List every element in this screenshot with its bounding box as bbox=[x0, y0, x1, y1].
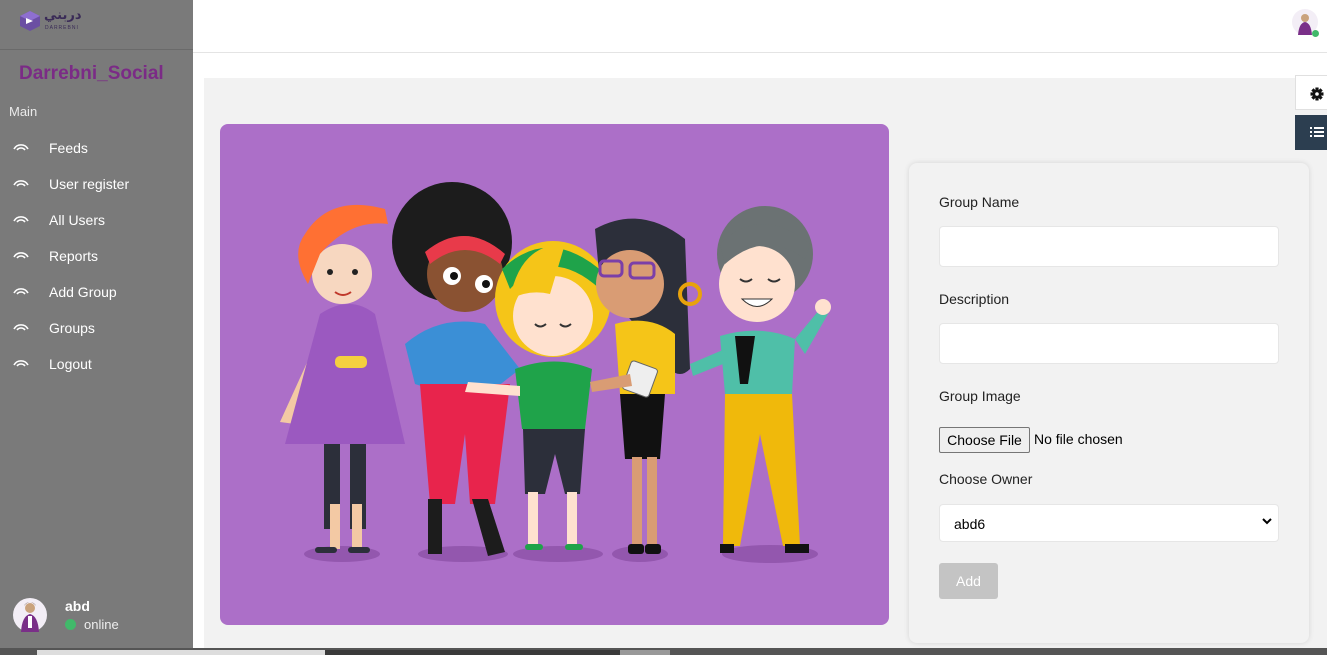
app-logo[interactable]: دربني DARREBNI bbox=[18, 8, 88, 34]
owner-selected-value: abd6 bbox=[954, 516, 986, 532]
scrollbar-track-segment bbox=[325, 650, 620, 655]
sidebar-item-label: All Users bbox=[49, 212, 106, 228]
sidebar: دربني DARREBNI Darrebni_Social Main Feed… bbox=[0, 0, 193, 648]
sidebar-item-reports[interactable]: Reports bbox=[0, 248, 193, 278]
description-input[interactable] bbox=[939, 323, 1279, 364]
nav-section-label: Main bbox=[9, 104, 38, 119]
gear-icon bbox=[1310, 87, 1324, 101]
sidebar-item-label: User register bbox=[49, 176, 130, 192]
wifi-arc-icon bbox=[13, 360, 29, 367]
scrollbar-thumb[interactable] bbox=[620, 650, 670, 655]
sidebar-item-label: Add Group bbox=[49, 284, 117, 300]
scrollbar-track-segment bbox=[37, 650, 325, 655]
owner-select[interactable]: abd6 bbox=[939, 504, 1279, 542]
add-group-form: Group Name Description Group Image Choos… bbox=[909, 163, 1309, 643]
sidebar-item-feeds[interactable]: Feeds bbox=[0, 140, 193, 170]
online-status-dot bbox=[1312, 30, 1319, 37]
group-name-input[interactable] bbox=[939, 226, 1279, 267]
group-name-label: Group Name bbox=[939, 194, 1020, 210]
sidebar-item-add-group[interactable]: Add Group bbox=[0, 284, 193, 314]
sidebar-item-label: Reports bbox=[49, 248, 99, 264]
list-icon bbox=[1310, 127, 1324, 137]
online-status-dot bbox=[65, 619, 76, 630]
sidebar-item-all-users[interactable]: All Users bbox=[0, 212, 193, 242]
settings-toggle[interactable] bbox=[1295, 75, 1327, 110]
hero-illustration bbox=[220, 124, 889, 625]
wifi-arc-icon bbox=[13, 180, 29, 187]
group-image-label: Group Image bbox=[939, 388, 1021, 404]
choose-owner-label: Choose Owner bbox=[939, 471, 1033, 487]
wifi-arc-icon bbox=[13, 288, 29, 295]
sidebar-item-label: Groups bbox=[49, 320, 95, 336]
sidebar-divider bbox=[0, 49, 193, 50]
sidebar-item-label: Logout bbox=[49, 356, 92, 372]
logo-latin-text: DARREBNI bbox=[45, 25, 79, 31]
wifi-arc-icon bbox=[13, 324, 29, 331]
sidebar-item-label: Feeds bbox=[49, 140, 88, 156]
brand-title[interactable]: Darrebni_Social bbox=[19, 63, 164, 85]
wifi-arc-icon bbox=[13, 216, 29, 223]
description-label: Description bbox=[939, 291, 1010, 307]
file-status: No file chosen bbox=[1034, 431, 1123, 447]
logo-mark-icon bbox=[20, 11, 40, 31]
list-toggle[interactable] bbox=[1295, 115, 1327, 150]
logo-arabic-text: دربني bbox=[44, 8, 82, 23]
user-name: abd bbox=[65, 598, 90, 614]
avatar[interactable] bbox=[12, 596, 48, 634]
horizontal-scrollbar[interactable] bbox=[0, 648, 1327, 655]
wifi-arc-icon bbox=[13, 252, 29, 259]
add-button[interactable]: Add bbox=[939, 563, 998, 599]
sidebar-item-user-register[interactable]: User register bbox=[0, 176, 193, 206]
top-bar bbox=[193, 0, 1327, 53]
sidebar-item-groups[interactable]: Groups bbox=[0, 320, 193, 350]
sidebar-user-panel: abd online bbox=[0, 590, 193, 648]
sidebar-item-logout[interactable]: Logout bbox=[0, 356, 193, 386]
group-of-friends-illustration bbox=[280, 182, 831, 563]
wifi-arc-icon bbox=[13, 144, 29, 151]
chevron-down-icon bbox=[1262, 518, 1272, 525]
user-status: online bbox=[84, 617, 119, 632]
choose-file-button[interactable]: Choose File bbox=[939, 427, 1030, 453]
